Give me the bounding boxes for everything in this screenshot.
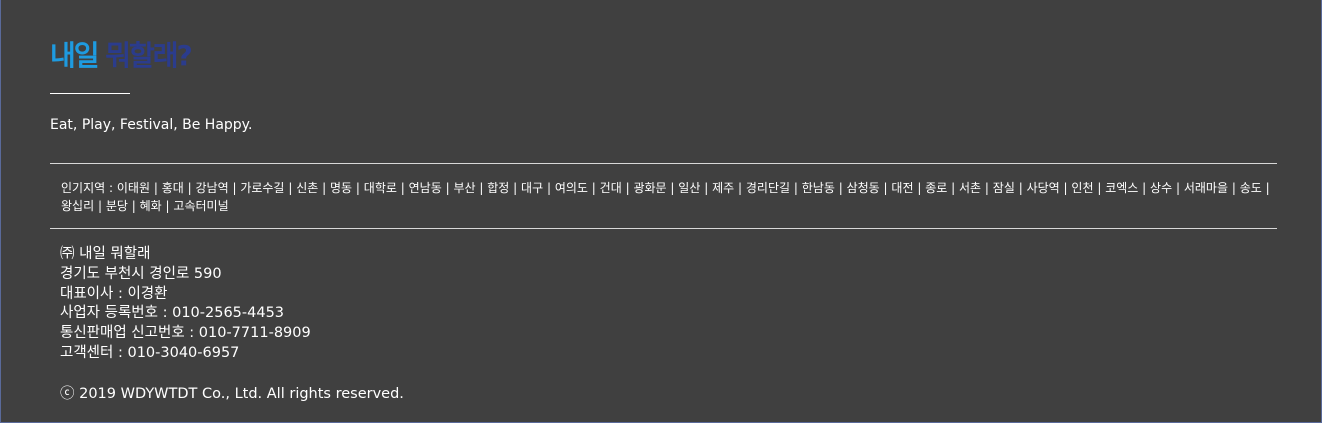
region-separator: | <box>984 181 989 195</box>
region-separator: | <box>546 181 551 195</box>
regions-bottom-divider <box>50 228 1277 229</box>
region-separator: | <box>738 181 743 195</box>
region-separator: | <box>1142 181 1147 195</box>
logo-text-part2: 뭐할래? <box>105 39 193 72</box>
region-separator: | <box>165 199 170 213</box>
region-link[interactable]: 서래마을 <box>1184 181 1228 195</box>
region-link[interactable]: 사당역 <box>1027 181 1060 195</box>
region-link[interactable]: 강남역 <box>195 181 228 195</box>
region-separator: | <box>1175 181 1181 195</box>
site-logo[interactable]: 내일 뭐할래? <box>50 36 193 76</box>
ecommerce-registration-number: 통신판매업 신고번호 : 010-7711-8909 <box>60 325 311 342</box>
region-link[interactable]: 이태원 <box>117 181 150 195</box>
region-separator: | <box>97 199 102 213</box>
region-link[interactable]: 가로수길 <box>240 181 284 195</box>
customer-center-phone: 고객센터 : 010-3040-6957 <box>60 344 240 361</box>
region-link[interactable]: 합정 <box>487 181 509 195</box>
region-separator: | <box>625 181 630 195</box>
popular-regions-label: 인기지역 : <box>61 181 114 195</box>
region-separator: | <box>838 181 843 195</box>
region-separator: | <box>1097 181 1102 195</box>
region-link[interactable]: 신촌 <box>296 181 318 195</box>
region-link[interactable]: 고속터미널 <box>173 199 228 213</box>
region-link[interactable]: 왕십리 <box>61 199 94 213</box>
region-link[interactable]: 건대 <box>600 181 622 195</box>
company-ceo: 대표이사 : 이경환 <box>60 285 168 302</box>
region-link[interactable]: 서촌 <box>959 181 981 195</box>
region-link[interactable]: 삼청동 <box>847 181 880 195</box>
region-separator: | <box>591 181 596 195</box>
region-separator: | <box>288 181 293 195</box>
region-link[interactable]: 코엑스 <box>1105 181 1138 195</box>
region-separator: | <box>670 181 675 195</box>
region-separator: | <box>400 181 405 195</box>
region-separator: | <box>1063 181 1068 195</box>
company-address: 경기도 부천시 경인로 590 <box>60 265 222 282</box>
region-separator: | <box>232 181 237 195</box>
company-name: ㈜ 내일 뭐할래 <box>60 246 151 262</box>
tagline: Eat, Play, Festival, Be Happy. <box>50 117 253 133</box>
region-separator: | <box>187 181 192 195</box>
region-link[interactable]: 명동 <box>330 181 352 195</box>
region-separator: | <box>445 181 450 195</box>
region-link[interactable]: 제주 <box>712 181 734 195</box>
region-link[interactable]: 경리단길 <box>746 181 790 195</box>
region-link[interactable]: 잠실 <box>993 181 1015 195</box>
region-link[interactable]: 연남동 <box>409 181 442 195</box>
region-link[interactable]: 인천 <box>1071 181 1093 195</box>
region-separator: | <box>793 181 798 195</box>
popular-regions-list: 인기지역 : 이태원 | 홍대 | 강남역 | 가로수길 | 신촌 | 명동 |… <box>61 179 1276 215</box>
region-link[interactable]: 여의도 <box>555 181 588 195</box>
regions-top-divider <box>50 163 1277 164</box>
region-link[interactable]: 대전 <box>891 181 913 195</box>
region-link[interactable]: 상수 <box>1150 181 1172 195</box>
region-link[interactable]: 종로 <box>925 181 947 195</box>
region-separator: | <box>1265 181 1270 195</box>
region-separator: | <box>917 181 922 195</box>
region-link[interactable]: 분당 <box>106 199 128 213</box>
site-footer: 내일 뭐할래? Eat, Play, Festival, Be Happy. 인… <box>1 0 1322 423</box>
region-link[interactable]: 광화문 <box>633 181 666 195</box>
region-separator: | <box>704 181 709 195</box>
region-separator: | <box>355 181 360 195</box>
business-registration-number: 사업자 등록번호 : 010-2565-4453 <box>60 305 285 322</box>
region-separator: | <box>131 199 136 213</box>
region-separator: | <box>513 181 518 195</box>
region-separator: | <box>1231 181 1236 195</box>
region-link[interactable]: 대학로 <box>364 181 397 195</box>
region-link[interactable]: 대구 <box>521 181 543 195</box>
region-separator: | <box>322 181 327 195</box>
region-separator: | <box>883 181 888 195</box>
region-link[interactable]: 홍대 <box>162 181 184 195</box>
company-info: ㈜ 내일 뭐할래 경기도 부천시 경인로 590 대표이사 : 이경환 사업자 … <box>60 245 311 364</box>
region-link[interactable]: 송도 <box>1240 181 1262 195</box>
logo-text-part1: 내일 <box>50 39 100 72</box>
region-separator: | <box>951 181 956 195</box>
region-separator: | <box>479 181 484 195</box>
region-link[interactable]: 일산 <box>678 181 700 195</box>
region-link[interactable]: 부산 <box>453 181 475 195</box>
logo-underline-divider <box>50 93 130 94</box>
copyright-notice: ⓒ 2019 WDYWTDT Co., Ltd. All rights rese… <box>60 386 404 402</box>
region-link[interactable]: 혜화 <box>140 199 162 213</box>
region-separator: | <box>1018 181 1023 195</box>
region-link[interactable]: 한남동 <box>802 181 835 195</box>
region-separator: | <box>153 181 158 195</box>
